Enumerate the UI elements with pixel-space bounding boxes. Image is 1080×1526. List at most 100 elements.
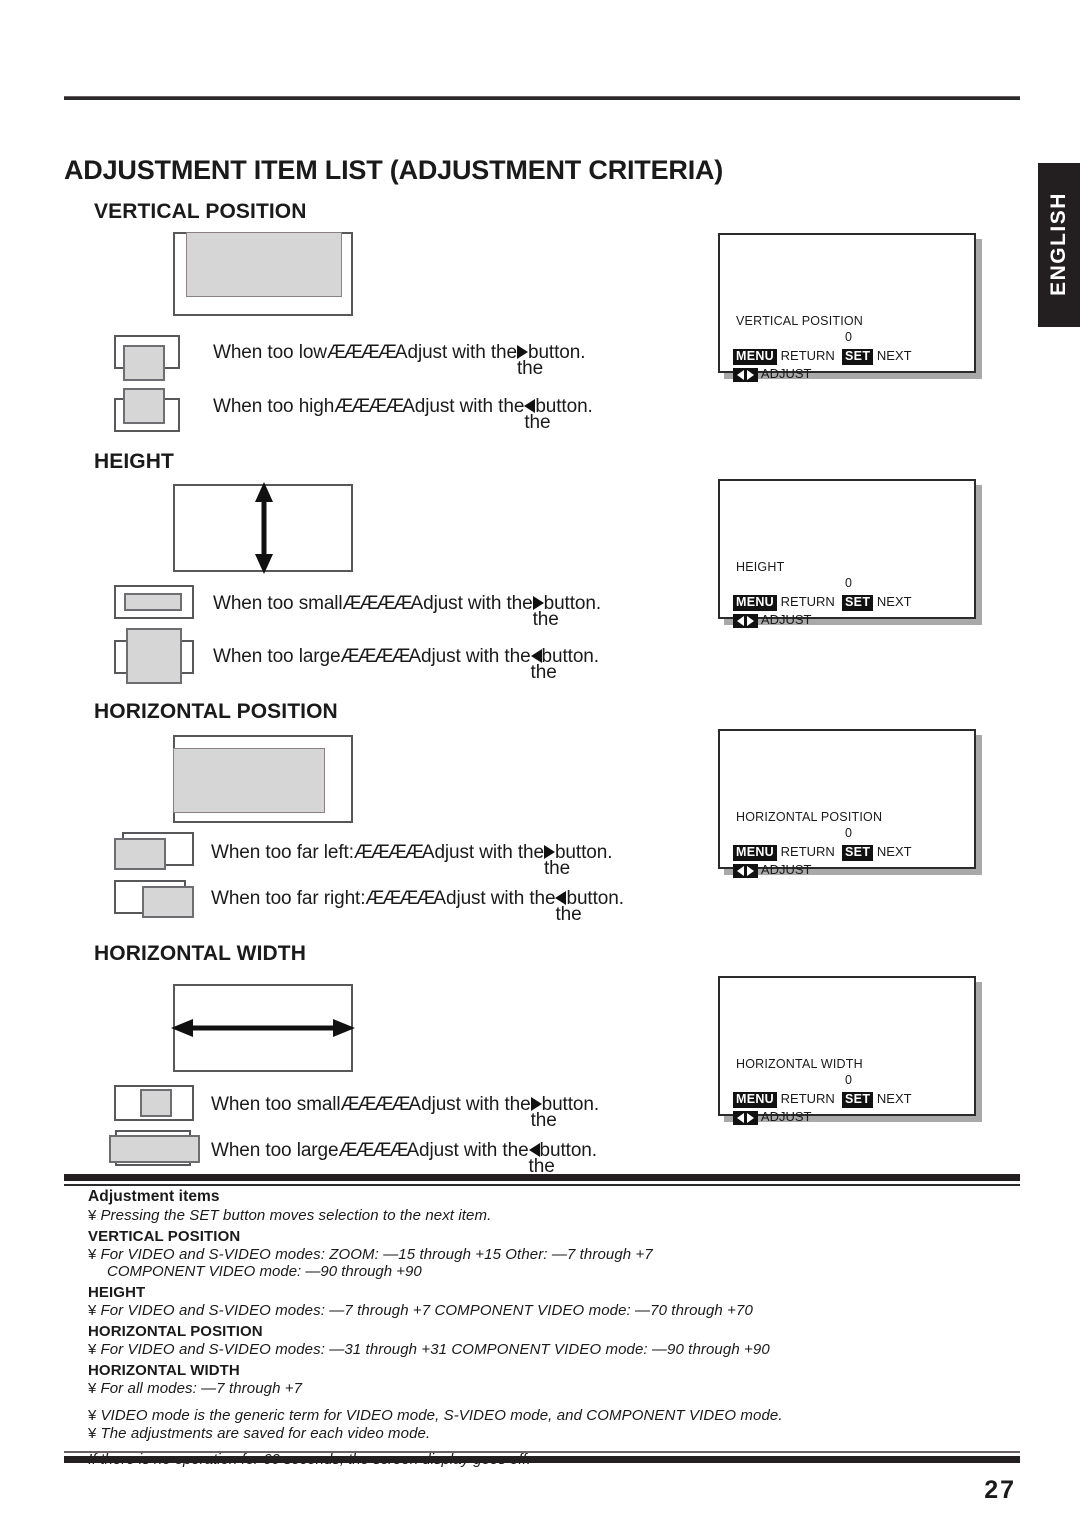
osd-body: HORIZONTAL WIDTH 0 MENU RETURN SET NEXT … <box>718 976 976 1125</box>
caption-horizontal-too-far-left: When too far left:ÆÆÆÆAdjust with the the… <box>211 842 612 879</box>
osd-next-label: NEXT <box>876 594 912 609</box>
osd-set-key: SET <box>842 349 874 365</box>
section-title-horizontal-width: HORIZONTAL WIDTH <box>94 942 306 965</box>
caption-dots: ÆÆÆÆ <box>365 888 435 909</box>
caption-overlap: the <box>555 904 582 925</box>
right-arrow-button-icon <box>530 1097 542 1111</box>
horizontal-width-double-arrow-icon <box>171 1019 355 1037</box>
notes-group-line-horizontal-position: ¥ For VIDEO and S-VIDEO modes: —31 throug… <box>88 1341 988 1358</box>
caption-lead: When too small <box>213 593 343 614</box>
caption-tail: Adjust with the <box>433 888 556 909</box>
osd-menu-key: MENU <box>733 595 778 611</box>
left-arrow-button-icon <box>530 649 542 663</box>
osd-body: HEIGHT 0 MENU RETURN SET NEXT ADJUST <box>718 479 976 628</box>
notes-group-cont-vertical-position: COMPONENT VIDEO mode: —90 through +90 <box>107 1263 422 1280</box>
notes-generic-text: VIDEO mode is the generic term for VIDEO… <box>100 1407 783 1424</box>
thumb-height-too-large <box>114 628 200 684</box>
osd-adjust-label: ADJUST <box>760 862 812 877</box>
osd-item-value: 0 <box>845 330 852 344</box>
thumb-height-too-small <box>114 585 200 621</box>
language-tab-english: ENGLISH <box>1038 163 1080 327</box>
osd-item-label: HEIGHT <box>736 560 785 574</box>
caption-lead: When too small <box>211 1094 341 1115</box>
notes-intro-line: ¥ Pressing the SET button moves selection… <box>88 1207 988 1224</box>
osd-item-value: 0 <box>845 1073 852 1087</box>
osd-item-value: 0 <box>845 826 852 840</box>
notes-group-line-horizontal-width: ¥ For all modes: —7 through +7 <box>88 1380 988 1397</box>
osd-set-key: SET <box>842 845 874 861</box>
caption-tail: Adjust with the <box>402 396 525 417</box>
thumb-width-too-large <box>109 1130 205 1172</box>
osd-next-label: NEXT <box>876 844 912 859</box>
caption-horizontal-too-far-right: When too far right:ÆÆÆÆAdjust with the th… <box>211 888 624 925</box>
osd-adjust-label: ADJUST <box>760 1109 812 1124</box>
osd-return-label: RETURN <box>780 844 835 859</box>
notes-block: Adjustment items ¥ Pressing the SET butto… <box>88 1188 988 1468</box>
vertical-position-image-area <box>186 232 342 297</box>
notes-group-text: For all modes: —7 through +7 <box>100 1380 303 1397</box>
left-arrow-button-icon <box>524 399 536 413</box>
caption-tail: Adjust with the <box>410 593 533 614</box>
osd-panel-height: HEIGHT 0 MENU RETURN SET NEXT ADJUST <box>718 479 982 628</box>
notes-group-line-height: ¥ For VIDEO and S-VIDEO modes: —7 through… <box>88 1302 988 1319</box>
right-arrow-button-icon <box>517 345 528 359</box>
osd-next-label: NEXT <box>876 348 912 363</box>
notes-group-title-horizontal-position: HORIZONTAL POSITION <box>88 1323 263 1340</box>
osd-return-label: RETURN <box>780 348 835 363</box>
page-title: ADJUSTMENT ITEM LIST (ADJUSTMENT CRITERI… <box>64 155 724 185</box>
osd-item-label: HORIZONTAL POSITION <box>736 810 883 824</box>
caption-tail: Adjust with the <box>406 1140 529 1161</box>
caption-width-too-large: When too largeÆÆÆÆAdjust with the the butt… <box>211 1140 597 1177</box>
bullet-icon: ¥ <box>88 1302 97 1319</box>
caption-vertical-too-high: When too highÆÆÆÆAdjust with the the butto… <box>213 396 593 433</box>
caption-dots: ÆÆÆÆ <box>338 1140 408 1161</box>
notes-saved-line: ¥ The adjustments are saved for each vide… <box>88 1425 988 1442</box>
osd-item-value: 0 <box>845 576 852 590</box>
left-arrow-button-icon <box>555 891 567 905</box>
bullet-icon: ¥ <box>88 1380 97 1397</box>
caption-dots: ÆÆÆÆ <box>340 646 410 667</box>
caption-overlap: the <box>530 662 557 683</box>
notes-generic-line: ¥ VIDEO mode is the generic term for VIDE… <box>88 1407 988 1424</box>
section-title-vertical-position: VERTICAL POSITION <box>94 200 307 223</box>
caption-lead: When too low <box>213 342 327 363</box>
osd-panel-vertical-position: VERTICAL POSITION 0 MENU RETURN SET NEXT… <box>718 233 982 382</box>
thumb-horizontal-too-far-right <box>114 880 200 924</box>
caption-dots: ÆÆÆÆ <box>334 396 404 417</box>
bullet-icon: ¥ <box>88 1246 97 1263</box>
notes-group-title-horizontal-width: HORIZONTAL WIDTH <box>88 1362 240 1379</box>
caption-vertical-too-low: When too lowÆÆÆÆAdjust with the the button… <box>213 342 586 379</box>
right-arrow-button-icon <box>543 845 555 859</box>
osd-leftright-key-icon <box>733 863 758 878</box>
caption-dots: ÆÆÆÆ <box>342 593 413 614</box>
caption-overlap: the <box>524 412 551 433</box>
osd-menu-key: MENU <box>733 349 778 365</box>
notes-saved-text: The adjustments are saved for each video… <box>100 1425 431 1442</box>
notes-heading: Adjustment items <box>88 1188 220 1205</box>
osd-menu-key: MENU <box>733 845 778 861</box>
height-double-arrow-icon <box>255 482 273 574</box>
caption-tail: Adjust with the <box>408 646 531 667</box>
caption-tail: Adjust with the <box>394 342 517 363</box>
osd-adjust-label: ADJUST <box>760 612 812 627</box>
caption-lead: When too large <box>213 646 341 667</box>
osd-panel-horizontal-width: HORIZONTAL WIDTH 0 MENU RETURN SET NEXT … <box>718 976 982 1125</box>
osd-body: HORIZONTAL POSITION 0 MENU RETURN SET NE… <box>718 729 976 878</box>
osd-leftright-key-icon <box>733 367 758 382</box>
osd-adjust-label: ADJUST <box>760 366 812 381</box>
caption-lead: When too far right: <box>211 888 366 909</box>
osd-item-label: HORIZONTAL WIDTH <box>736 1057 863 1071</box>
caption-overlap: the <box>517 358 544 379</box>
notes-intro-text: Pressing the SET button moves selection … <box>100 1207 492 1224</box>
bullet-icon: ¥ <box>88 1341 97 1358</box>
bullet-icon: ¥ <box>88 1407 97 1424</box>
caption-width-too-small: When too smallÆÆÆÆAdjust with the the butt… <box>211 1094 599 1131</box>
caption-dots: ÆÆÆÆ <box>340 1094 411 1115</box>
osd-leftright-key-icon <box>733 613 758 628</box>
section-title-height: HEIGHT <box>94 450 174 473</box>
notes-group-title-vertical-position: VERTICAL POSITION <box>88 1228 241 1245</box>
osd-set-key: SET <box>842 595 874 611</box>
notes-group-text: For VIDEO and S-VIDEO modes: —7 through … <box>100 1302 753 1319</box>
caption-overlap: the <box>532 609 559 630</box>
right-arrow-button-icon <box>532 596 544 610</box>
